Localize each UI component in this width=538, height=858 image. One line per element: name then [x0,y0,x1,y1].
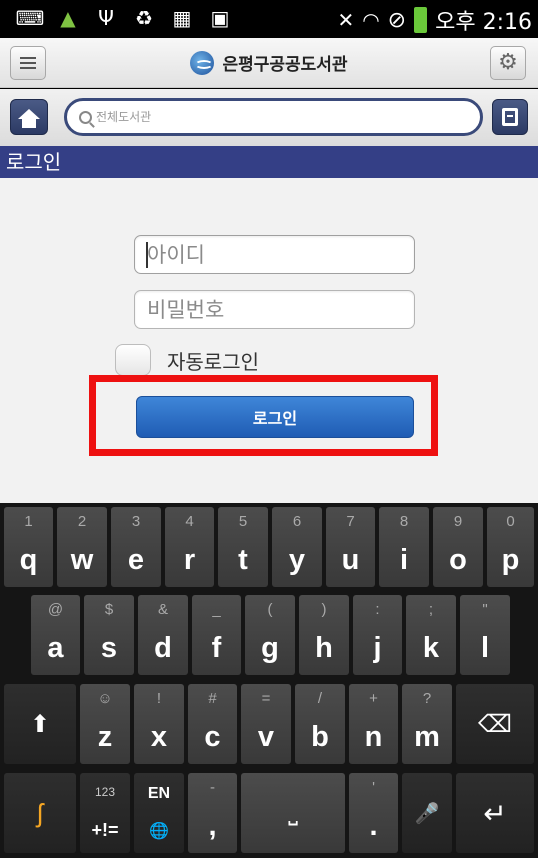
shift-icon: ⬆ [29,710,51,738]
swype-key[interactable]: ʃ [4,773,76,853]
login-panel: 자동로그인 로그인 [0,178,538,503]
space-icon: ⎵ [288,799,298,826]
key-q[interactable]: 1q [4,507,53,587]
backspace-icon: ⌫ [478,710,512,738]
book-icon [502,108,518,126]
key-b[interactable]: / b [295,684,345,764]
search-icon [79,110,92,124]
search-box[interactable] [64,98,483,136]
block-icon: ⊘ [387,7,407,33]
key-h[interactable]: ) h [299,595,349,675]
recycle-icon: ♻ [135,6,153,30]
sim-icon: ▦ [172,6,192,30]
key-m[interactable]: ? m [402,684,452,764]
key-i[interactable]: 8i [379,507,429,587]
text-cursor [146,242,148,268]
settings-button[interactable]: ⚙ [490,46,526,80]
app-title-wrap: 은평구공공도서관 [0,50,538,75]
key-a[interactable]: @ a [31,595,80,675]
key-n[interactable]: + n [349,684,398,764]
key-x[interactable]: ! x [134,684,184,764]
home-button[interactable] [10,99,48,135]
comma-key[interactable]: -, [188,773,237,853]
key-u[interactable]: 7u [326,507,375,587]
status-time: 오후 2:16 [435,10,532,35]
wifi-icon: ◠ [362,8,380,32]
app-header: 은평구공공도서관 ⚙ [0,38,538,88]
android-icon: ▲ [60,6,76,30]
key-g[interactable]: (g [245,595,295,675]
swype-icon: ʃ [37,797,43,828]
status-icons-left: ⌨ ▲ Ψ ♻ ▦ ▣ [15,5,232,31]
symbols-key[interactable]: 123 +!= [80,773,130,853]
mute-icon: ✕ [337,8,355,32]
language-key[interactable]: EN 🌐 [134,773,184,853]
book-button[interactable] [492,99,528,135]
enter-icon: ↵ [483,797,507,829]
key-t[interactable]: 5t [218,507,268,587]
key-l[interactable]: " l [460,595,510,675]
search-row [0,89,538,146]
home-icon [18,109,40,128]
search-input[interactable] [96,110,456,124]
microphone-icon: 🎤 [414,802,440,825]
id-field[interactable] [134,235,415,274]
globe-icon: 🌐 [149,823,169,840]
key-p[interactable]: 0p [487,507,534,587]
key-o[interactable]: 9o [433,507,483,587]
shift-key[interactable]: ⬆ [4,684,76,764]
key-y[interactable]: 6y [272,507,322,587]
space-key[interactable]: ⎵ [241,773,345,853]
soft-keyboard: 1q 2w 3e 4r 5t 6y 7u 8i 9o 0p @ a $ s & d _… [0,503,538,858]
auto-login-label: 자동로그인 [167,349,259,374]
key-f[interactable]: _ f [192,595,241,675]
gear-icon: ⚙ [498,50,518,75]
image-icon: ▣ [210,6,230,30]
period-key[interactable]: '. [349,773,398,853]
auto-login-checkbox[interactable] [115,344,151,376]
library-logo-icon [190,50,215,75]
key-z[interactable]: ☺ z [80,684,130,764]
key-d[interactable]: & d [138,595,188,675]
highlight-box [89,375,438,456]
status-bar: ⌨ ▲ Ψ ♻ ▦ ▣ ✕ ◠ ⊘ 오후 2:16 [0,0,538,38]
key-j[interactable]: :j [353,595,402,675]
password-field[interactable] [134,290,415,329]
battery-icon [414,7,428,33]
key-c[interactable]: # c [188,684,237,764]
key-k[interactable]: ; k [406,595,456,675]
app-title: 은평구공공도서관 [222,55,348,75]
mic-key[interactable]: 🎤 [402,773,452,853]
enter-key[interactable]: ↵ [456,773,534,853]
key-r[interactable]: 4r [165,507,214,587]
section-title: 로그인 [0,146,538,178]
backspace-key[interactable]: ⌫ [456,684,534,764]
key-e[interactable]: 3e [111,507,161,587]
auto-login-row[interactable]: 자동로그인 [115,344,259,376]
key-s[interactable]: $ s [84,595,134,675]
keyboard-icon: ⌨ [15,6,45,30]
status-icons-right: ✕ ◠ ⊘ 오후 2:16 [337,4,532,36]
key-w[interactable]: 2w [57,507,107,587]
usb-icon: Ψ [98,6,114,30]
key-v[interactable]: = v [241,684,291,764]
